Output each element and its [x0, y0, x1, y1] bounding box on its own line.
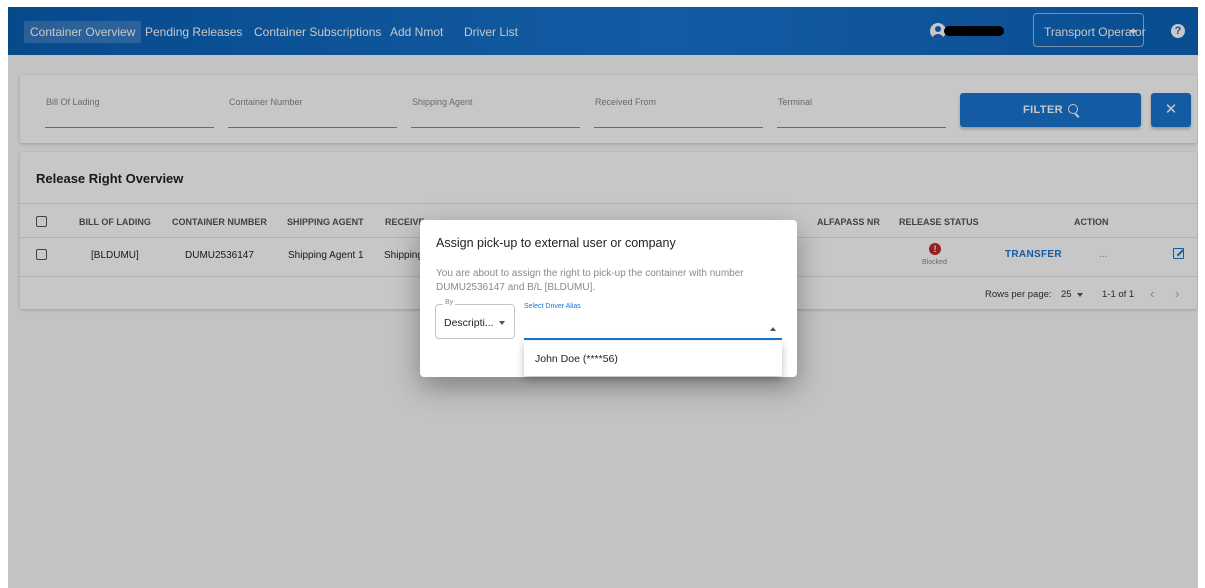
dialog-title: Assign pick-up to external user or compa… [436, 236, 676, 250]
assign-by-select[interactable]: By Descripti... [435, 299, 515, 339]
driver-alias-select[interactable] [524, 316, 782, 340]
dialog-description: You are about to assign the right to pic… [436, 268, 744, 293]
chevron-up-icon[interactable] [770, 327, 776, 331]
driver-alias-dropdown: John Doe (****56) [524, 341, 782, 376]
assign-by-value: Descripti... [444, 317, 494, 329]
driver-alias-label: Select Driver Alias [524, 303, 581, 310]
assign-pickup-dialog: Assign pick-up to external user or compa… [420, 220, 797, 377]
driver-alias-option[interactable]: John Doe (****56) [535, 353, 618, 365]
app-frame: Container Overview Pending Releases Cont… [8, 7, 1198, 588]
assign-by-label: By [443, 299, 456, 306]
chevron-down-icon [499, 321, 505, 325]
